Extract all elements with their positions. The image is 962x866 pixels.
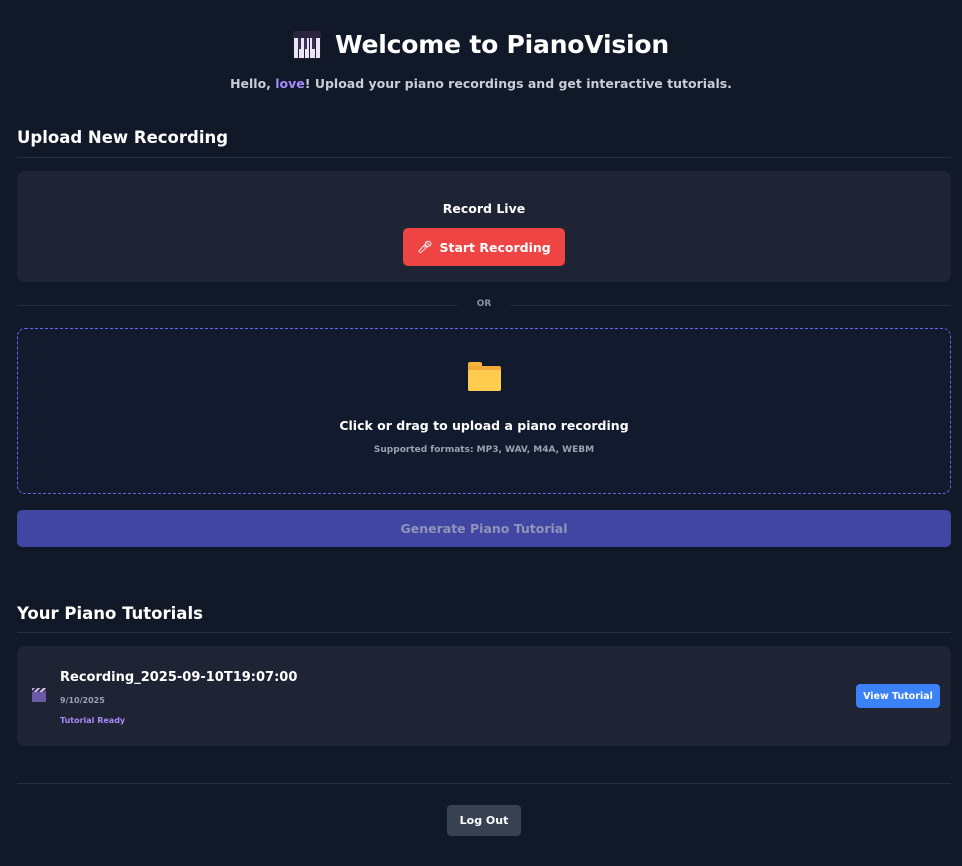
record-live-card: Record Live 🎤︎ Start Recording [17,171,951,282]
folder-icon [468,362,501,391]
logout-button[interactable]: Log Out [447,805,521,836]
tutorials-section-divider [17,632,951,633]
start-recording-button[interactable]: 🎤︎ Start Recording [403,228,565,266]
upload-dropzone[interactable]: Click or drag to upload a piano recordin… [17,328,951,494]
or-divider: OR [17,296,951,314]
supported-formats: Supported formats: MP3, WAV, M4A, WEBM [373,445,595,455]
tutorials-section-title: Your Piano Tutorials [17,604,203,623]
dropzone-title: Click or drag to upload a piano recordin… [339,418,629,433]
record-live-label: Record Live [442,201,526,216]
username: love [275,76,305,91]
tutorial-date: 9/10/2025 [60,696,105,705]
footer-divider [17,783,951,784]
welcome-message: Hello, love! Upload your piano recording… [0,76,962,91]
greeting-suffix: ! Upload your piano recordings and get i… [304,76,732,91]
tutorial-name: Recording_2025-09-10T19:07:00 [60,670,298,685]
title-row: Welcome to PianoVision [0,30,962,59]
or-text: OR [476,299,492,309]
greeting-prefix: Hello, [230,76,276,91]
start-recording-label: Start Recording [439,239,551,255]
upload-section-divider [17,157,951,158]
view-tutorial-button[interactable]: View Tutorial [856,684,940,708]
tutorial-status-badge: Tutorial Ready [60,716,126,725]
piano-keys-icon [293,30,321,59]
page-title: Welcome to PianoVision [335,30,669,59]
upload-section-title: Upload New Recording [17,128,229,147]
microphone-icon: 🎤︎ [417,240,433,254]
tutorial-list-item: Recording_2025-09-10T19:07:00 9/10/2025 … [17,646,951,746]
generate-tutorial-button[interactable]: Generate Piano Tutorial [17,510,951,547]
clapperboard-icon [32,688,46,702]
